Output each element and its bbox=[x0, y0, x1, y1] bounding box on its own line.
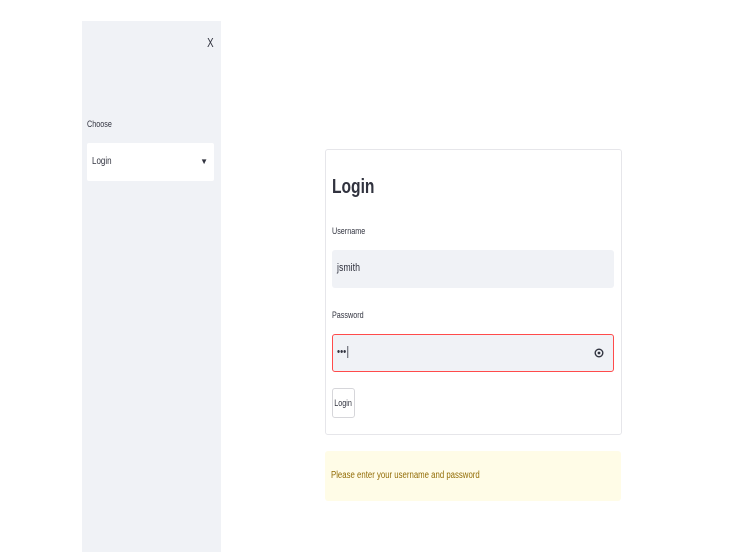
username-input[interactable]: jsmith bbox=[332, 250, 614, 288]
select-label: Choose bbox=[87, 119, 112, 129]
chevron-down-icon: ▼ bbox=[200, 157, 208, 166]
login-button[interactable]: Login bbox=[332, 388, 355, 418]
login-form: Login Username jsmith Password ••• Login bbox=[325, 149, 622, 435]
sidebar: X Choose Login ▼ bbox=[82, 21, 221, 552]
select-value: Login bbox=[92, 156, 112, 167]
username-value: jsmith bbox=[337, 262, 360, 274]
password-input[interactable]: ••• bbox=[332, 334, 614, 372]
form-title: Login bbox=[332, 176, 375, 198]
warning-alert: Please enter your username and password bbox=[325, 451, 621, 501]
page-select[interactable]: Login ▼ bbox=[87, 143, 214, 181]
password-value: ••• bbox=[337, 346, 348, 359]
password-label: Password bbox=[332, 310, 364, 320]
close-sidebar-button[interactable]: X bbox=[207, 35, 214, 50]
eye-icon[interactable] bbox=[594, 348, 604, 358]
username-label: Username bbox=[332, 226, 366, 236]
alert-message: Please enter your username and password bbox=[331, 470, 480, 481]
